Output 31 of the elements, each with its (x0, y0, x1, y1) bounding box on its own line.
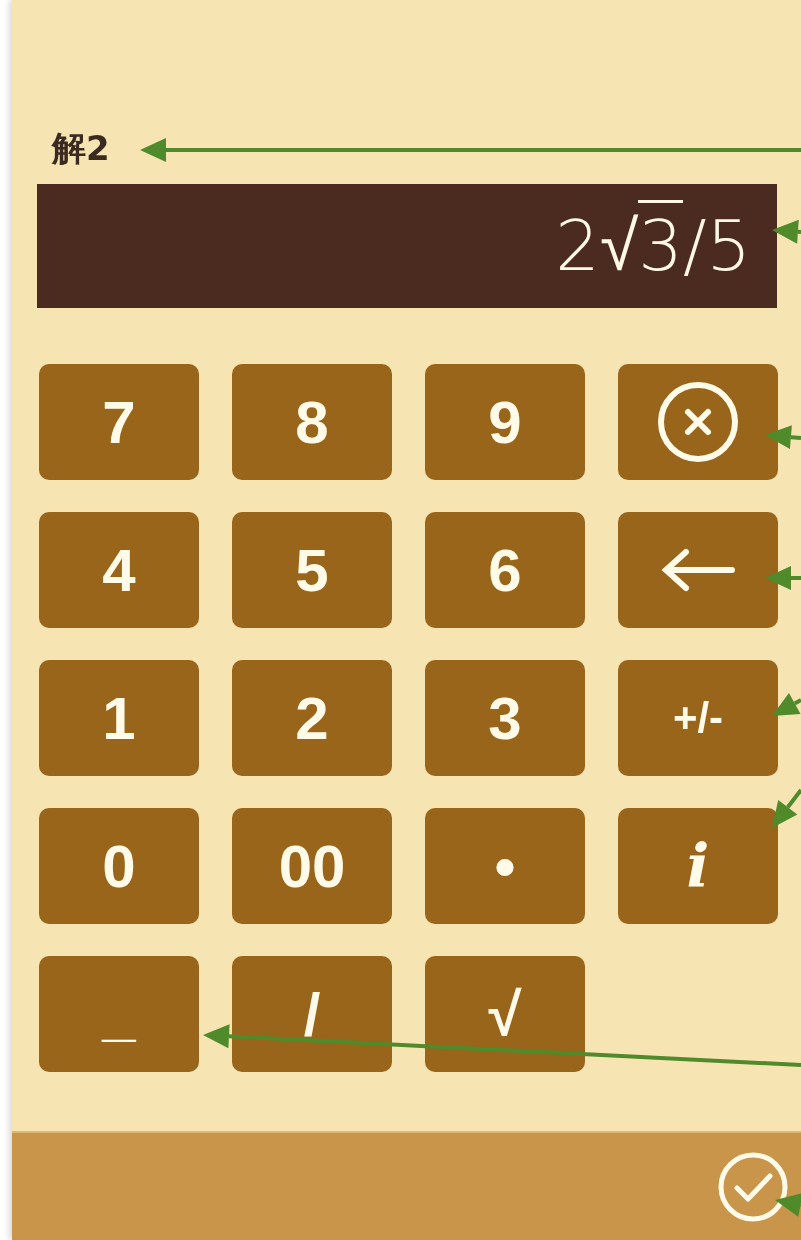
clear-icon (656, 380, 740, 464)
keypad-key[interactable]: 0 (39, 808, 199, 924)
annotation-arrow (775, 1193, 801, 1217)
keypad-key[interactable]: 2 (232, 660, 392, 776)
keypad-key[interactable]: 00 (232, 808, 392, 924)
confirm-button[interactable] (717, 1150, 789, 1223)
answer-label: 解2 (52, 127, 110, 170)
keypad-key[interactable]: √ (425, 956, 585, 1072)
keypad-key[interactable]: 7 (39, 364, 199, 480)
annotation-arrow (772, 788, 801, 828)
keypad-key[interactable]: i (618, 808, 778, 924)
check-circle-icon (717, 1150, 789, 1223)
keypad-key[interactable]: 6 (425, 512, 585, 628)
keypad-key[interactable]: • (425, 808, 585, 924)
backspace-key[interactable] (618, 512, 778, 628)
keypad-key[interactable]: +/- (618, 660, 778, 776)
annotation-arrow (765, 425, 801, 450)
keypad-key[interactable]: 4 (39, 512, 199, 628)
left-arrow-icon (660, 548, 736, 592)
annotation-arrow (772, 692, 801, 716)
annotation-arrow (765, 566, 801, 590)
keypad-key[interactable]: 9 (425, 364, 585, 480)
keypad-key[interactable]: / (232, 956, 392, 1072)
annotation-arrow (772, 219, 801, 244)
keypad-key[interactable]: 1 (39, 660, 199, 776)
keypad-key[interactable]: 5 (232, 512, 392, 628)
answer-display: 2√3/5 (37, 184, 777, 308)
keypad-key[interactable]: _ (39, 956, 199, 1072)
keypad-key[interactable]: 3 (425, 660, 585, 776)
clear-key[interactable] (618, 364, 778, 480)
keypad-key[interactable]: 8 (232, 364, 392, 480)
